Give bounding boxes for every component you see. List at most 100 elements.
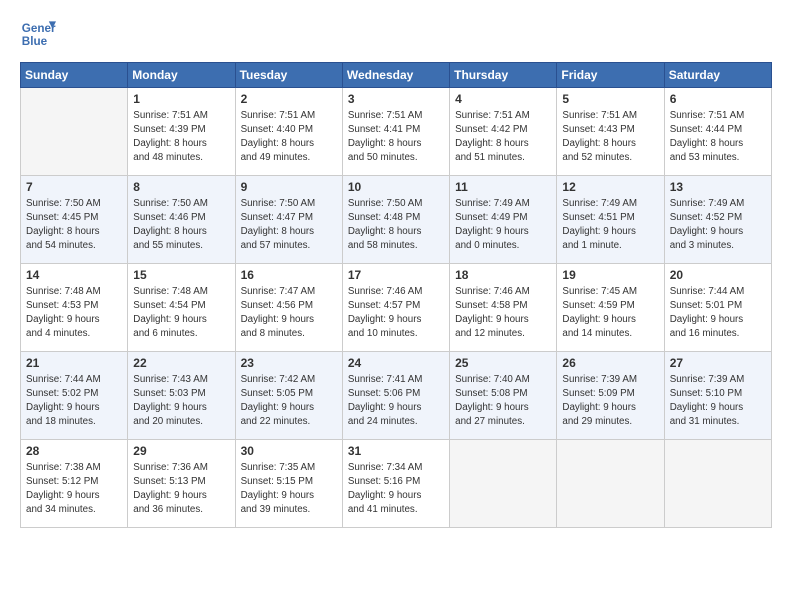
col-header-tuesday: Tuesday — [235, 63, 342, 88]
day-number: 19 — [562, 267, 658, 284]
calendar-cell: 10Sunrise: 7:50 AMSunset: 4:48 PMDayligh… — [342, 176, 449, 264]
day-info: Sunrise: 7:51 AMSunset: 4:39 PMDaylight:… — [133, 109, 229, 166]
calendar-cell: 18Sunrise: 7:46 AMSunset: 4:58 PMDayligh… — [450, 264, 557, 352]
day-info: Sunrise: 7:36 AMSunset: 5:13 PMDaylight:… — [133, 461, 229, 518]
day-info: Sunrise: 7:50 AMSunset: 4:47 PMDaylight:… — [241, 197, 337, 254]
day-number: 9 — [241, 179, 337, 196]
calendar-week-1: 1Sunrise: 7:51 AMSunset: 4:39 PMDaylight… — [21, 88, 772, 176]
col-header-wednesday: Wednesday — [342, 63, 449, 88]
calendar-cell: 13Sunrise: 7:49 AMSunset: 4:52 PMDayligh… — [664, 176, 771, 264]
day-number: 3 — [348, 91, 444, 108]
day-number: 29 — [133, 443, 229, 460]
day-info: Sunrise: 7:50 AMSunset: 4:48 PMDaylight:… — [348, 197, 444, 254]
calendar-cell: 29Sunrise: 7:36 AMSunset: 5:13 PMDayligh… — [128, 440, 235, 528]
day-info: Sunrise: 7:41 AMSunset: 5:06 PMDaylight:… — [348, 373, 444, 430]
day-number: 4 — [455, 91, 551, 108]
day-info: Sunrise: 7:51 AMSunset: 4:44 PMDaylight:… — [670, 109, 766, 166]
day-number: 18 — [455, 267, 551, 284]
calendar-cell: 9Sunrise: 7:50 AMSunset: 4:47 PMDaylight… — [235, 176, 342, 264]
day-number: 28 — [26, 443, 122, 460]
day-info: Sunrise: 7:39 AMSunset: 5:10 PMDaylight:… — [670, 373, 766, 430]
calendar-cell — [21, 88, 128, 176]
day-info: Sunrise: 7:50 AMSunset: 4:45 PMDaylight:… — [26, 197, 122, 254]
calendar-cell: 5Sunrise: 7:51 AMSunset: 4:43 PMDaylight… — [557, 88, 664, 176]
day-info: Sunrise: 7:35 AMSunset: 5:15 PMDaylight:… — [241, 461, 337, 518]
day-info: Sunrise: 7:48 AMSunset: 4:54 PMDaylight:… — [133, 285, 229, 342]
day-number: 20 — [670, 267, 766, 284]
calendar-cell: 6Sunrise: 7:51 AMSunset: 4:44 PMDaylight… — [664, 88, 771, 176]
col-header-friday: Friday — [557, 63, 664, 88]
day-number: 11 — [455, 179, 551, 196]
calendar-cell: 23Sunrise: 7:42 AMSunset: 5:05 PMDayligh… — [235, 352, 342, 440]
calendar-cell: 15Sunrise: 7:48 AMSunset: 4:54 PMDayligh… — [128, 264, 235, 352]
col-header-sunday: Sunday — [21, 63, 128, 88]
day-number: 31 — [348, 443, 444, 460]
day-number: 17 — [348, 267, 444, 284]
day-number: 5 — [562, 91, 658, 108]
calendar-cell: 2Sunrise: 7:51 AMSunset: 4:40 PMDaylight… — [235, 88, 342, 176]
day-info: Sunrise: 7:46 AMSunset: 4:57 PMDaylight:… — [348, 285, 444, 342]
day-number: 25 — [455, 355, 551, 372]
calendar-cell: 4Sunrise: 7:51 AMSunset: 4:42 PMDaylight… — [450, 88, 557, 176]
calendar-cell: 8Sunrise: 7:50 AMSunset: 4:46 PMDaylight… — [128, 176, 235, 264]
calendar-header-row: SundayMondayTuesdayWednesdayThursdayFrid… — [21, 63, 772, 88]
day-info: Sunrise: 7:39 AMSunset: 5:09 PMDaylight:… — [562, 373, 658, 430]
day-info: Sunrise: 7:40 AMSunset: 5:08 PMDaylight:… — [455, 373, 551, 430]
calendar-cell: 7Sunrise: 7:50 AMSunset: 4:45 PMDaylight… — [21, 176, 128, 264]
day-info: Sunrise: 7:45 AMSunset: 4:59 PMDaylight:… — [562, 285, 658, 342]
day-number: 1 — [133, 91, 229, 108]
calendar-cell: 20Sunrise: 7:44 AMSunset: 5:01 PMDayligh… — [664, 264, 771, 352]
day-info: Sunrise: 7:51 AMSunset: 4:43 PMDaylight:… — [562, 109, 658, 166]
logo-icon: General Blue — [20, 16, 56, 52]
col-header-monday: Monday — [128, 63, 235, 88]
day-info: Sunrise: 7:42 AMSunset: 5:05 PMDaylight:… — [241, 373, 337, 430]
day-number: 23 — [241, 355, 337, 372]
day-number: 16 — [241, 267, 337, 284]
col-header-saturday: Saturday — [664, 63, 771, 88]
day-info: Sunrise: 7:46 AMSunset: 4:58 PMDaylight:… — [455, 285, 551, 342]
calendar-cell: 1Sunrise: 7:51 AMSunset: 4:39 PMDaylight… — [128, 88, 235, 176]
calendar-cell: 26Sunrise: 7:39 AMSunset: 5:09 PMDayligh… — [557, 352, 664, 440]
calendar-cell: 24Sunrise: 7:41 AMSunset: 5:06 PMDayligh… — [342, 352, 449, 440]
calendar-week-5: 28Sunrise: 7:38 AMSunset: 5:12 PMDayligh… — [21, 440, 772, 528]
day-number: 26 — [562, 355, 658, 372]
col-header-thursday: Thursday — [450, 63, 557, 88]
day-info: Sunrise: 7:48 AMSunset: 4:53 PMDaylight:… — [26, 285, 122, 342]
calendar-cell — [557, 440, 664, 528]
day-number: 7 — [26, 179, 122, 196]
calendar-cell: 17Sunrise: 7:46 AMSunset: 4:57 PMDayligh… — [342, 264, 449, 352]
calendar-cell: 11Sunrise: 7:49 AMSunset: 4:49 PMDayligh… — [450, 176, 557, 264]
day-number: 10 — [348, 179, 444, 196]
calendar-table: SundayMondayTuesdayWednesdayThursdayFrid… — [20, 62, 772, 528]
calendar-cell — [450, 440, 557, 528]
header: General Blue — [20, 16, 772, 52]
page: General Blue SundayMondayTuesdayWednesda… — [0, 0, 792, 612]
calendar-cell: 28Sunrise: 7:38 AMSunset: 5:12 PMDayligh… — [21, 440, 128, 528]
calendar-cell: 22Sunrise: 7:43 AMSunset: 5:03 PMDayligh… — [128, 352, 235, 440]
day-info: Sunrise: 7:38 AMSunset: 5:12 PMDaylight:… — [26, 461, 122, 518]
day-info: Sunrise: 7:34 AMSunset: 5:16 PMDaylight:… — [348, 461, 444, 518]
calendar-cell: 31Sunrise: 7:34 AMSunset: 5:16 PMDayligh… — [342, 440, 449, 528]
day-number: 21 — [26, 355, 122, 372]
calendar-cell: 30Sunrise: 7:35 AMSunset: 5:15 PMDayligh… — [235, 440, 342, 528]
calendar-week-4: 21Sunrise: 7:44 AMSunset: 5:02 PMDayligh… — [21, 352, 772, 440]
calendar-cell: 21Sunrise: 7:44 AMSunset: 5:02 PMDayligh… — [21, 352, 128, 440]
svg-text:Blue: Blue — [22, 35, 48, 48]
calendar-cell: 27Sunrise: 7:39 AMSunset: 5:10 PMDayligh… — [664, 352, 771, 440]
calendar-cell: 3Sunrise: 7:51 AMSunset: 4:41 PMDaylight… — [342, 88, 449, 176]
calendar-cell: 12Sunrise: 7:49 AMSunset: 4:51 PMDayligh… — [557, 176, 664, 264]
day-number: 24 — [348, 355, 444, 372]
day-number: 22 — [133, 355, 229, 372]
day-number: 14 — [26, 267, 122, 284]
day-info: Sunrise: 7:44 AMSunset: 5:01 PMDaylight:… — [670, 285, 766, 342]
day-number: 12 — [562, 179, 658, 196]
day-info: Sunrise: 7:43 AMSunset: 5:03 PMDaylight:… — [133, 373, 229, 430]
calendar-cell: 16Sunrise: 7:47 AMSunset: 4:56 PMDayligh… — [235, 264, 342, 352]
day-info: Sunrise: 7:49 AMSunset: 4:49 PMDaylight:… — [455, 197, 551, 254]
day-number: 15 — [133, 267, 229, 284]
day-number: 2 — [241, 91, 337, 108]
calendar-cell: 19Sunrise: 7:45 AMSunset: 4:59 PMDayligh… — [557, 264, 664, 352]
day-info: Sunrise: 7:44 AMSunset: 5:02 PMDaylight:… — [26, 373, 122, 430]
day-info: Sunrise: 7:51 AMSunset: 4:40 PMDaylight:… — [241, 109, 337, 166]
day-info: Sunrise: 7:51 AMSunset: 4:41 PMDaylight:… — [348, 109, 444, 166]
